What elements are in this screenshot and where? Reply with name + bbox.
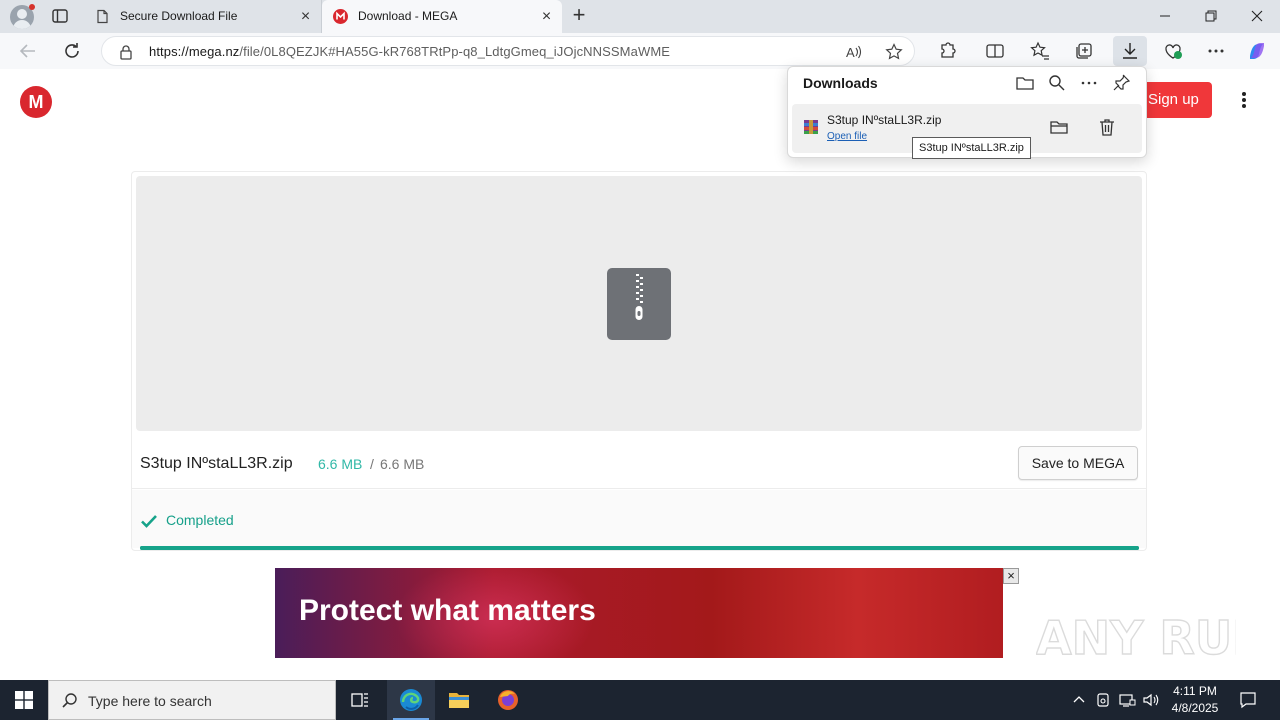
taskbar: Type here to search 4:11 PM 4/8/2025 xyxy=(0,680,1280,720)
winrar-archive-icon xyxy=(803,119,819,135)
svg-text:A: A xyxy=(846,45,855,60)
ad-close-icon[interactable]: × xyxy=(1003,568,1019,584)
file-name-tooltip: S3tup INºstaLL3R.zip xyxy=(912,137,1031,159)
downloaded-size: 6.6 MB xyxy=(318,456,363,472)
pin-icon[interactable] xyxy=(1111,73,1131,93)
network-icon[interactable] xyxy=(1118,691,1136,709)
collections-icon[interactable] xyxy=(1073,40,1095,62)
tab-strip: Secure Download File × Download - MEGA ×… xyxy=(0,0,1280,33)
tab-download-mega[interactable]: Download - MEGA × xyxy=(322,0,562,33)
favorites-icon[interactable] xyxy=(1029,40,1051,62)
tab-actions-icon[interactable] xyxy=(50,6,70,26)
more-menu-icon[interactable] xyxy=(1236,90,1252,110)
restore-icon[interactable] xyxy=(1188,4,1234,28)
minimize-icon[interactable] xyxy=(1142,4,1188,28)
page-icon xyxy=(95,9,110,24)
file-name: S3tup INºstaLL3R.zip xyxy=(140,455,293,472)
logo-letter: M xyxy=(28,91,44,112)
tab-title: Download - MEGA xyxy=(358,9,458,23)
checkmark-icon xyxy=(140,512,158,530)
search-placeholder: Type here to search xyxy=(88,693,212,709)
url-host: https://mega.nz xyxy=(149,44,240,59)
volume-icon[interactable] xyxy=(1142,691,1160,709)
downloads-icon[interactable] xyxy=(1113,36,1147,66)
split-screen-icon[interactable] xyxy=(984,40,1006,62)
anyrun-watermark: ANY RUN xyxy=(1035,606,1271,670)
search-downloads-icon[interactable] xyxy=(1047,73,1067,93)
clock-date: 4/8/2025 xyxy=(1171,701,1219,715)
ad-headline: Protect what matters xyxy=(299,594,596,627)
read-aloud-icon[interactable]: A xyxy=(845,43,863,61)
notifications-icon[interactable] xyxy=(1238,690,1258,710)
task-view-icon[interactable] xyxy=(336,680,384,720)
downloads-title: Downloads xyxy=(803,75,878,91)
url-bar[interactable]: https://mega.nz/file/0L8QEZJK#HA55G-kR76… xyxy=(101,36,915,66)
copilot-icon[interactable] xyxy=(1246,40,1268,62)
new-tab-icon[interactable]: + xyxy=(568,4,590,27)
refresh-icon[interactable] xyxy=(61,40,83,62)
open-downloads-folder-icon[interactable] xyxy=(1015,73,1035,93)
tab-close-icon[interactable]: × xyxy=(539,9,554,25)
close-window-icon[interactable] xyxy=(1234,4,1280,28)
settings-more-icon[interactable] xyxy=(1205,40,1227,62)
mega-logo[interactable]: M xyxy=(20,86,52,118)
delete-icon[interactable] xyxy=(1096,116,1118,138)
tab-secure-download-file[interactable]: Secure Download File × xyxy=(84,0,322,33)
system-clock[interactable]: 4:11 PM 4/8/2025 xyxy=(1166,683,1224,717)
ad-banner[interactable]: Protect what matters xyxy=(275,568,1003,658)
address-toolbar: https://mega.nz/file/0L8QEZJK#HA55G-kR76… xyxy=(0,33,1280,69)
windows-start-icon[interactable] xyxy=(0,680,48,720)
open-file-link[interactable]: Open file xyxy=(827,131,867,142)
watermark-text: ANY RUN xyxy=(1036,611,1236,665)
file-explorer-icon[interactable] xyxy=(435,680,483,720)
search-icon xyxy=(61,692,79,710)
taskbar-search-box[interactable]: Type here to search xyxy=(48,680,336,720)
status-area xyxy=(132,490,1146,548)
url-path: /file/0L8QEZJK#HA55G-kR768TRtPp-q8_LdtgG… xyxy=(239,44,671,59)
tab-close-icon[interactable]: × xyxy=(298,9,313,25)
save-to-mega-button[interactable]: Save to MEGA xyxy=(1018,446,1138,480)
downloads-more-icon[interactable] xyxy=(1079,73,1099,93)
download-status: Completed xyxy=(166,512,234,528)
browser-essentials-icon[interactable] xyxy=(1162,40,1184,62)
favorite-star-icon[interactable] xyxy=(885,43,903,61)
download-file-name: S3tup INºstaLL3R.zip xyxy=(827,113,942,127)
url-text[interactable]: https://mega.nz/file/0L8QEZJK#HA55G-kR76… xyxy=(149,44,670,59)
mega-favicon-icon xyxy=(333,9,348,24)
tab-title: Secure Download File xyxy=(120,9,238,23)
edge-taskbar-icon[interactable] xyxy=(387,680,435,720)
lock-icon[interactable] xyxy=(118,44,134,60)
progress-bar xyxy=(140,546,1139,550)
progress-fill xyxy=(140,546,1139,550)
show-hidden-icons-icon[interactable] xyxy=(1070,691,1088,709)
profile-notification-dot xyxy=(29,4,35,10)
show-in-folder-icon[interactable] xyxy=(1048,116,1070,138)
total-size: 6.6 MB xyxy=(380,456,425,472)
device-icon[interactable] xyxy=(1094,691,1112,709)
extensions-icon[interactable] xyxy=(936,40,958,62)
zip-file-icon xyxy=(607,268,671,340)
clock-time: 4:11 PM xyxy=(1173,684,1217,698)
firefox-icon[interactable] xyxy=(484,680,532,720)
size-separator: / xyxy=(370,456,374,472)
back-icon[interactable] xyxy=(17,40,39,62)
